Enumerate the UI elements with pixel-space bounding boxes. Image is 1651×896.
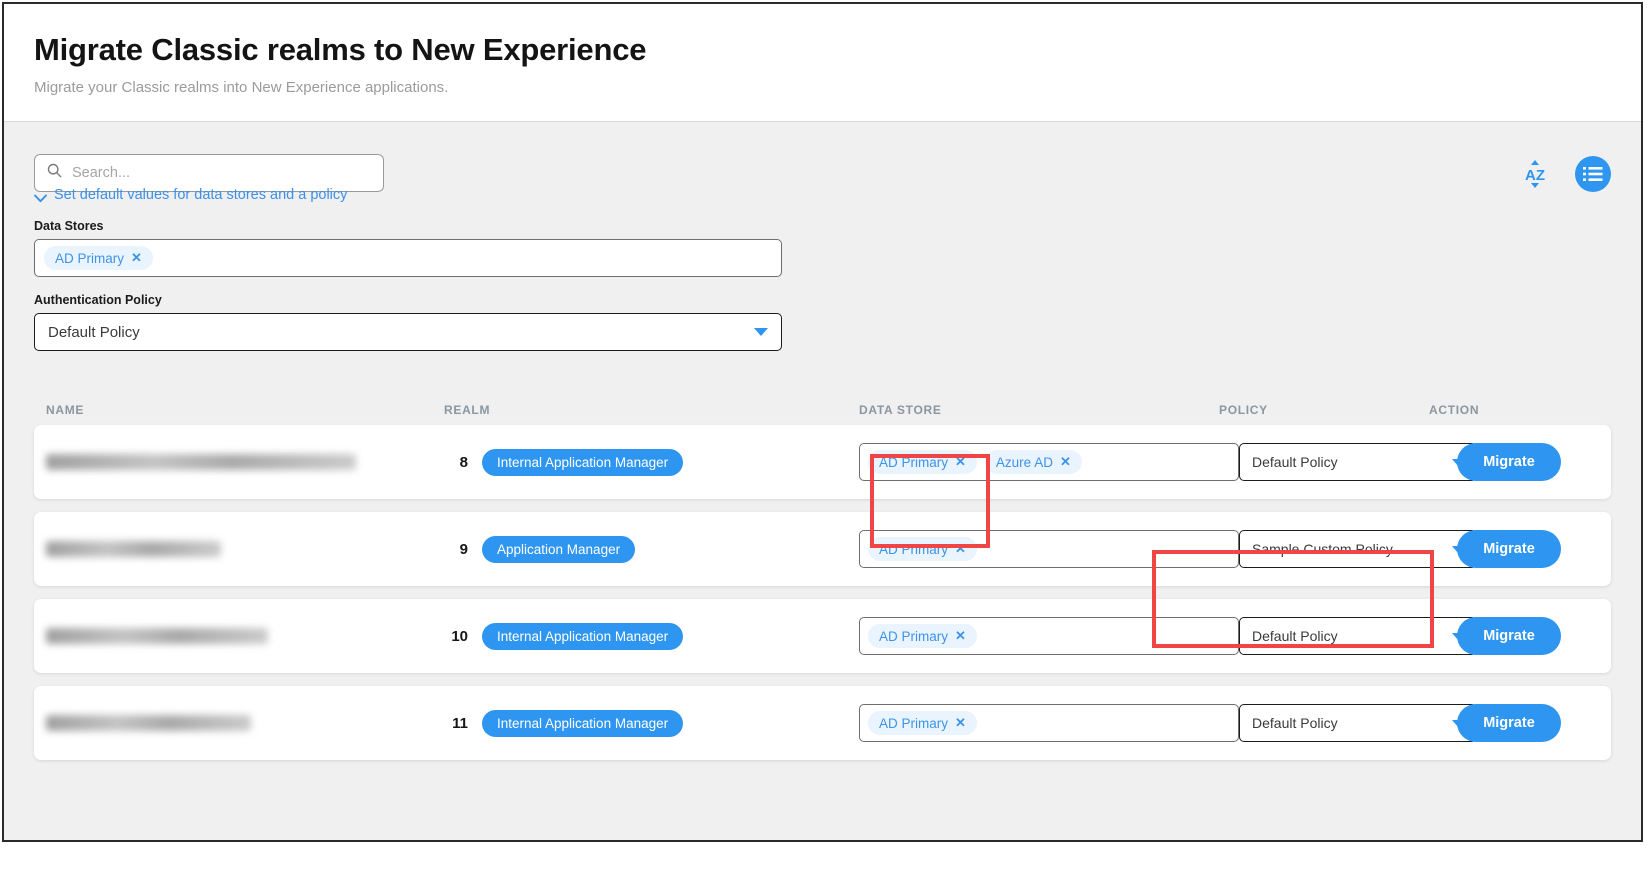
- realm-badge: Internal Application Manager: [482, 710, 683, 737]
- realm-badge: Internal Application Manager: [482, 449, 683, 476]
- cell-data-store: AD Primary ✕: [859, 704, 1219, 742]
- toolbar: AZ: [34, 122, 1611, 194]
- cell-realm: 8 Internal Application Manager: [444, 449, 859, 476]
- set-defaults-expander[interactable]: Set default values for data stores and a…: [34, 187, 347, 203]
- redacted-name: [46, 454, 356, 470]
- default-authentication-policy-value: Default Policy: [48, 324, 140, 341]
- policy-select-value: Default Policy: [1252, 715, 1338, 731]
- realm-badge: Internal Application Manager: [482, 623, 683, 650]
- table-row: 11 Internal Application Manager AD Primary…: [34, 686, 1611, 760]
- chip-label: AD Primary: [879, 716, 948, 731]
- migrate-button[interactable]: Migrate: [1457, 443, 1561, 481]
- chip-azure-ad[interactable]: Azure AD ✕: [985, 450, 1082, 474]
- column-header-data-store: DATA STORE: [859, 403, 1219, 417]
- close-icon[interactable]: ✕: [955, 628, 966, 644]
- cell-data-store: AD Primary ✕: [859, 530, 1219, 568]
- cell-action: Migrate: [1429, 443, 1569, 481]
- chevron-down-icon: [754, 328, 768, 336]
- table-row: 10 Internal Application Manager AD Primary…: [34, 599, 1611, 673]
- redacted-name: [46, 541, 221, 557]
- policy-select-value: Default Policy: [1252, 628, 1338, 644]
- realm-number: 9: [444, 541, 468, 558]
- cell-action: Migrate: [1429, 704, 1569, 742]
- column-header-action: ACTION: [1429, 403, 1569, 417]
- cell-name: [44, 628, 444, 644]
- page-body: AZ: [4, 122, 1641, 840]
- cell-name: [44, 454, 444, 470]
- close-icon[interactable]: ✕: [955, 541, 966, 557]
- chip-ad-primary[interactable]: AD Primary ✕: [868, 711, 977, 735]
- policy-select-value: Default Policy: [1252, 454, 1338, 470]
- page-title: Migrate Classic realms to New Experience: [34, 30, 1641, 70]
- policy-select-value: Sample Custom Policy: [1252, 541, 1393, 557]
- cell-policy: Default Policy: [1219, 617, 1429, 655]
- cell-policy: Default Policy: [1219, 704, 1429, 742]
- migrate-button[interactable]: Migrate: [1457, 617, 1561, 655]
- data-store-field[interactable]: AD Primary ✕: [859, 704, 1239, 742]
- sort-alpha-icon[interactable]: AZ: [1521, 159, 1549, 189]
- cell-name: [44, 541, 444, 557]
- chip-label: AD Primary: [879, 629, 948, 644]
- authentication-policy-label: Authentication Policy: [34, 293, 1611, 307]
- close-icon[interactable]: ✕: [1060, 454, 1071, 470]
- chip-ad-primary[interactable]: AD Primary ✕: [868, 537, 977, 561]
- cell-action: Migrate: [1429, 617, 1569, 655]
- data-store-field[interactable]: AD Primary ✕ Azure AD ✕: [859, 443, 1239, 481]
- set-defaults-expander-label: Set default values for data stores and a…: [54, 187, 347, 203]
- cell-data-store: AD Primary ✕ Azure AD ✕: [859, 443, 1219, 481]
- chip-ad-primary[interactable]: AD Primary ✕: [868, 450, 977, 474]
- realm-number: 10: [444, 628, 468, 645]
- redacted-name: [46, 628, 268, 644]
- toolbar-icons: AZ: [1521, 154, 1611, 192]
- close-icon[interactable]: ✕: [955, 454, 966, 470]
- close-icon[interactable]: ✕: [955, 715, 966, 731]
- search-icon: [47, 163, 62, 183]
- migrate-button[interactable]: Migrate: [1457, 530, 1561, 568]
- app-window: Migrate Classic realms to New Experience…: [2, 2, 1643, 842]
- data-store-field[interactable]: AD Primary ✕: [859, 530, 1239, 568]
- search-input[interactable]: [72, 165, 371, 181]
- cell-policy: Default Policy: [1219, 443, 1429, 481]
- svg-text:AZ: AZ: [1525, 167, 1545, 184]
- column-header-realm: REALM: [444, 403, 859, 417]
- data-stores-label: Data Stores: [34, 219, 1611, 233]
- close-icon[interactable]: ✕: [131, 250, 142, 266]
- redacted-name: [46, 715, 251, 731]
- page-subtitle: Migrate your Classic realms into New Exp…: [34, 78, 1641, 98]
- realm-badge: Application Manager: [482, 536, 635, 563]
- cell-data-store: AD Primary ✕: [859, 617, 1219, 655]
- chip-label: AD Primary: [55, 251, 124, 266]
- chip-label: AD Primary: [879, 455, 948, 470]
- cell-realm: 10 Internal Application Manager: [444, 623, 859, 650]
- page-header: Migrate Classic realms to New Experience…: [4, 4, 1641, 122]
- migrate-button[interactable]: Migrate: [1457, 704, 1561, 742]
- table-row: 9 Application Manager AD Primary ✕ Sample Cu…: [34, 512, 1611, 586]
- cell-action: Migrate: [1429, 530, 1569, 568]
- chevron-down-icon: [34, 191, 47, 200]
- column-header-policy: POLICY: [1219, 403, 1429, 417]
- data-store-field[interactable]: AD Primary ✕: [859, 617, 1239, 655]
- realm-number: 8: [444, 454, 468, 471]
- default-data-stores-field[interactable]: AD Primary ✕: [34, 239, 782, 277]
- cell-realm: 9 Application Manager: [444, 536, 859, 563]
- chip-ad-primary[interactable]: AD Primary ✕: [44, 246, 153, 270]
- chip-ad-primary[interactable]: AD Primary ✕: [868, 624, 977, 648]
- table-body: 8 Internal Application Manager AD Primary ✕…: [34, 425, 1611, 760]
- table-row: 8 Internal Application Manager AD Primary ✕…: [34, 425, 1611, 499]
- realm-number: 11: [444, 715, 468, 732]
- chip-label: Azure AD: [996, 455, 1053, 470]
- cell-policy: Sample Custom Policy: [1219, 530, 1429, 568]
- cell-name: [44, 715, 444, 731]
- table-header-row: NAME REALM DATA STORE POLICY ACTION: [34, 377, 1611, 425]
- cell-realm: 11 Internal Application Manager: [444, 710, 859, 737]
- chip-label: AD Primary: [879, 542, 948, 557]
- list-view-icon[interactable]: [1575, 156, 1611, 192]
- default-authentication-policy-select[interactable]: Default Policy: [34, 313, 782, 351]
- column-header-name: NAME: [44, 403, 444, 417]
